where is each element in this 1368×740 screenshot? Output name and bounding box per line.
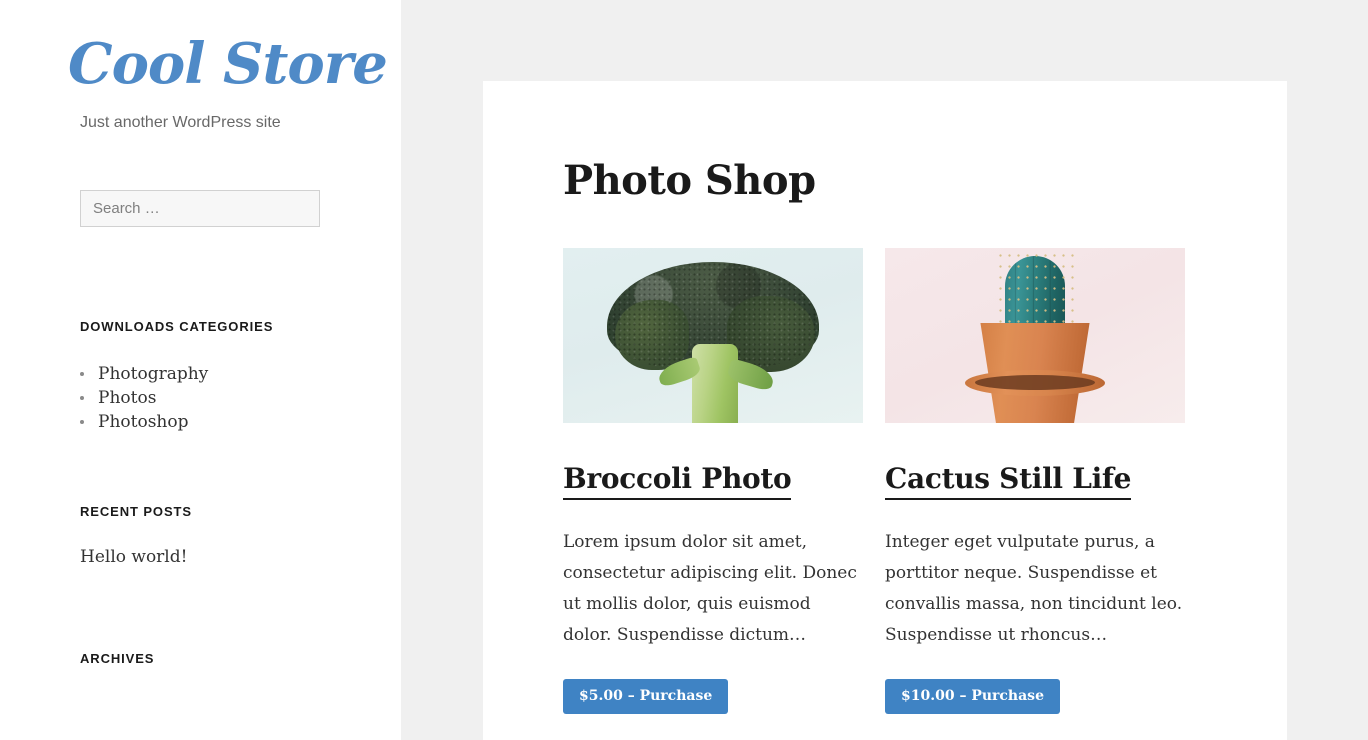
- main-content-area: Photo Shop Broccoli Photo Lorem ipsum do…: [401, 0, 1368, 740]
- sidebar-widget-area: DOWNLOADS CATEGORIES Photography Photos …: [0, 190, 401, 666]
- download-item-cactus: Cactus Still Life Integer eget vulputate…: [885, 248, 1185, 714]
- widget-title-archives: ARCHIVES: [80, 651, 155, 667]
- list-item[interactable]: Hello world!: [80, 545, 321, 569]
- downloads-categories-list: Photography Photos Photoshop: [80, 362, 321, 434]
- download-title-link[interactable]: Broccoli Photo: [563, 462, 792, 501]
- purchase-button[interactable]: $5.00 – Purchase: [563, 679, 729, 714]
- widget-archives: ARCHIVES: [80, 651, 321, 666]
- widget-downloads-categories: DOWNLOADS CATEGORIES Photography Photos …: [80, 319, 321, 434]
- widget-title-downloads-categories: DOWNLOADS CATEGORIES: [80, 319, 274, 335]
- widget-title-recent-posts: RECENT POSTS: [80, 504, 192, 520]
- search-input[interactable]: [80, 190, 320, 228]
- page-root: Cool Store Just another WordPress site D…: [0, 0, 1368, 740]
- download-item-broccoli: Broccoli Photo Lorem ipsum dolor sit ame…: [563, 248, 863, 714]
- recent-post-link[interactable]: Hello world!: [80, 547, 187, 567]
- search-widget: [80, 190, 321, 228]
- category-link[interactable]: Photoshop: [98, 412, 188, 432]
- sidebar: Cool Store Just another WordPress site D…: [0, 0, 401, 740]
- downloads-grid: Broccoli Photo Lorem ipsum dolor sit ame…: [563, 248, 1207, 714]
- cactus-pot-rim-shape: [965, 370, 1105, 396]
- broccoli-stem-shape: [692, 344, 738, 423]
- site-title[interactable]: Cool Store: [68, 31, 387, 97]
- recent-posts-list: Hello world!: [80, 545, 321, 569]
- site-branding: Cool Store Just another WordPress site: [0, 0, 401, 134]
- category-link[interactable]: Photography: [98, 364, 208, 384]
- list-item[interactable]: Photos: [80, 386, 321, 410]
- download-title-link[interactable]: Cactus Still Life: [885, 462, 1131, 501]
- content-card: Photo Shop Broccoli Photo Lorem ipsum do…: [483, 81, 1287, 740]
- list-item[interactable]: Photography: [80, 362, 321, 386]
- category-link[interactable]: Photos: [98, 388, 156, 408]
- list-item[interactable]: Photoshop: [80, 410, 321, 434]
- site-description: Just another WordPress site: [80, 114, 281, 131]
- download-thumbnail-cactus-still-life[interactable]: [885, 248, 1185, 423]
- purchase-button[interactable]: $10.00 – Purchase: [885, 679, 1060, 714]
- download-excerpt: Integer eget vulputate purus, a porttito…: [885, 532, 1183, 646]
- page-title: Photo Shop: [563, 157, 816, 204]
- widget-recent-posts: RECENT POSTS Hello world!: [80, 504, 321, 569]
- download-excerpt: Lorem ipsum dolor sit amet, consectetur …: [563, 532, 857, 646]
- download-thumbnail-broccoli-photo[interactable]: [563, 248, 863, 423]
